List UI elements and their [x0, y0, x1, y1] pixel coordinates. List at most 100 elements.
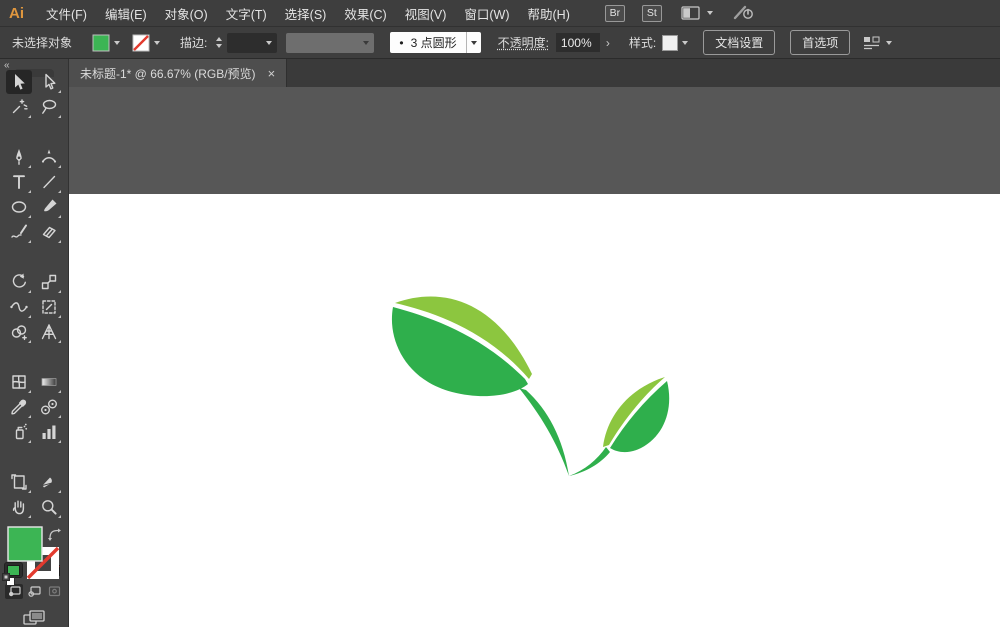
blend-tool[interactable] — [36, 395, 62, 419]
screen-mode-icon — [23, 610, 45, 627]
scale-tool[interactable] — [36, 270, 62, 294]
rotate-tool[interactable] — [6, 270, 32, 294]
eyedropper-tool[interactable] — [6, 395, 32, 419]
direct-selection-tool[interactable] — [36, 70, 62, 94]
brush-dot-icon: • — [399, 36, 403, 50]
brush-chevron[interactable] — [466, 32, 481, 53]
document-tab-title: 未标题-1* @ 66.67% (RGB/预览) — [80, 65, 256, 82]
control-bar: 未选择对象 描边: • 3 点圆 — [0, 27, 1000, 59]
fill-color-control[interactable] — [92, 34, 120, 52]
chevron-down-icon — [707, 11, 713, 15]
stroke-weight-label: 描边: — [180, 34, 207, 51]
bridge-button[interactable]: Br — [605, 5, 625, 22]
curvature-tool[interactable] — [36, 145, 62, 169]
hand-tool[interactable] — [6, 495, 32, 519]
tools-panel: « — [0, 59, 69, 627]
brush-value[interactable]: • 3 点圆形 — [390, 32, 465, 53]
column-graph-tool[interactable] — [36, 420, 62, 444]
tools-panel-header: « — [0, 59, 68, 70]
chevron-down-icon[interactable] — [154, 41, 160, 45]
workspace-layout-icon — [681, 5, 701, 21]
zoom-tool[interactable] — [36, 495, 62, 519]
stroke-weight-stepper[interactable] — [213, 33, 225, 53]
menu-help[interactable]: 帮助(H) — [519, 0, 579, 26]
magic-wand-tool[interactable] — [6, 95, 32, 119]
mesh-tool[interactable] — [6, 370, 32, 394]
chevron-down-icon[interactable] — [114, 41, 120, 45]
menu-file[interactable]: 文件(F) — [37, 0, 96, 26]
menu-bar: Ai 文件(F) 编辑(E) 对象(O) 文字(T) 选择(S) 效果(C) 视… — [0, 0, 1000, 27]
brush-name: 3 点圆形 — [411, 34, 457, 51]
left-stem[interactable] — [519, 388, 569, 476]
close-tab-icon[interactable]: × — [268, 66, 276, 81]
menu-object[interactable]: 对象(O) — [156, 0, 217, 26]
preferences-button[interactable]: 首选项 — [790, 30, 850, 55]
draw-behind-icon — [28, 586, 41, 597]
draw-normal-icon — [8, 586, 21, 597]
stroke-none-swatch[interactable] — [132, 34, 150, 52]
pen-tool[interactable] — [6, 145, 32, 169]
stock-button[interactable]: St — [642, 5, 662, 22]
artboard-tool[interactable] — [6, 470, 32, 494]
symbol-sprayer-tool[interactable] — [6, 420, 32, 444]
arrange-documents-control[interactable] — [863, 35, 892, 51]
canvas[interactable] — [69, 87, 1000, 627]
right-stem[interactable] — [569, 447, 610, 476]
opacity-label[interactable]: 不透明度: — [498, 34, 549, 51]
selection-tool[interactable] — [6, 70, 32, 94]
line-segment-tool[interactable] — [36, 170, 62, 194]
brush-definition-dropdown[interactable]: • 3 点圆形 — [390, 32, 480, 53]
draw-inside-button — [45, 584, 63, 599]
shape-builder-tool[interactable] — [6, 320, 32, 344]
chevron-down-icon — [682, 41, 688, 45]
chevron-down-icon — [886, 41, 892, 45]
type-tool[interactable] — [6, 170, 32, 194]
touch-workspace-toggle[interactable] — [733, 3, 755, 24]
leaf-sprout-artwork[interactable] — [380, 284, 680, 494]
width-tool[interactable] — [6, 295, 32, 319]
ellipse-tool[interactable] — [6, 195, 32, 219]
paintbrush-tool[interactable] — [36, 195, 62, 219]
stepper-down-icon[interactable] — [216, 44, 222, 48]
stroke-color-control[interactable] — [132, 34, 160, 52]
draw-behind-button[interactable] — [25, 584, 43, 599]
fill-swatch[interactable] — [92, 34, 110, 52]
fill-indicator[interactable] — [7, 526, 43, 562]
screen-mode-button[interactable] — [21, 610, 47, 627]
style-swatch[interactable] — [662, 35, 678, 51]
style-label: 样式: — [629, 34, 656, 51]
opacity-input[interactable] — [556, 33, 600, 52]
eraser-tool[interactable] — [36, 220, 62, 244]
swap-fill-stroke-icon[interactable] — [48, 528, 61, 541]
workspace-switcher[interactable] — [681, 5, 713, 21]
document-tab[interactable]: 未标题-1* @ 66.67% (RGB/预览) × — [69, 59, 287, 87]
chevron-down-icon — [471, 41, 477, 45]
opacity-more-button[interactable]: › — [603, 36, 613, 50]
document-setup-button[interactable]: 文档设置 — [703, 30, 775, 55]
collapse-panel-icon[interactable]: « — [4, 60, 8, 71]
gradient-tool[interactable] — [36, 370, 62, 394]
perspective-grid-tool[interactable] — [36, 320, 62, 344]
stepper-up-icon[interactable] — [216, 37, 222, 41]
free-transform-tool[interactable] — [36, 295, 62, 319]
default-fill-stroke-icon[interactable] — [2, 573, 15, 586]
stylus-power-icon — [733, 3, 755, 21]
stroke-weight-dropdown[interactable] — [227, 33, 277, 53]
illustrator-window: Ai 文件(F) 编辑(E) 对象(O) 文字(T) 选择(S) 效果(C) 视… — [0, 0, 1000, 627]
width-profile-dropdown[interactable] — [286, 33, 374, 53]
app-logo: Ai — [0, 5, 37, 22]
slice-tool[interactable] — [36, 470, 62, 494]
menu-window[interactable]: 窗口(W) — [455, 0, 518, 26]
chevron-down-icon — [363, 41, 369, 45]
fill-stroke-indicator — [0, 526, 68, 557]
menu-view[interactable]: 视图(V) — [396, 0, 456, 26]
menu-edit[interactable]: 编辑(E) — [96, 0, 156, 26]
shaper-tool[interactable] — [6, 220, 32, 244]
menu-select[interactable]: 选择(S) — [276, 0, 336, 26]
menu-effect[interactable]: 效果(C) — [335, 0, 395, 26]
lasso-tool[interactable] — [36, 95, 62, 119]
tools-grid — [0, 70, 68, 520]
menu-type[interactable]: 文字(T) — [217, 0, 276, 26]
selection-status: 未选择对象 — [12, 34, 72, 51]
style-dropdown[interactable] — [656, 35, 688, 51]
